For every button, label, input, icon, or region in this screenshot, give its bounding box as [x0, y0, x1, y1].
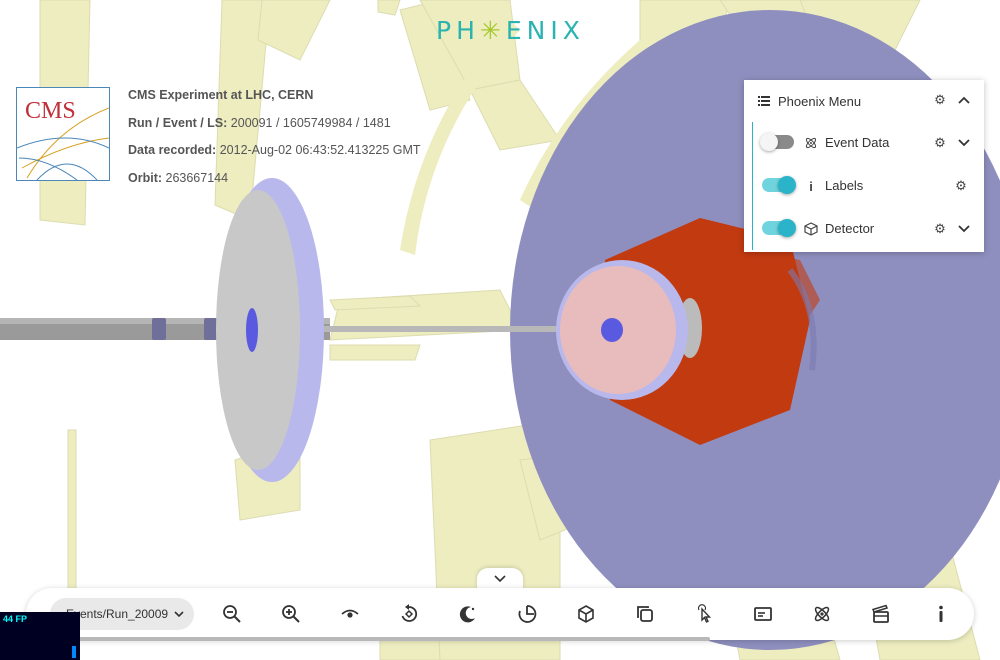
cube-icon	[803, 221, 819, 237]
gear-icon[interactable]: ⚙	[953, 178, 969, 194]
event-data-toggle[interactable]	[760, 133, 794, 151]
copy-icon	[637, 606, 653, 622]
chevron-down-icon	[494, 570, 506, 588]
list-icon	[756, 93, 772, 109]
phoenix-menu-title: Phoenix Menu	[778, 94, 862, 109]
event-info: CMS Experiment at LHC, CERN Run / Event …	[128, 82, 421, 192]
phoenix-menu: Phoenix Menu ⚙ Event Data ⚙ i Labels ⚙ D…	[744, 80, 984, 252]
info-button[interactable]	[929, 602, 953, 626]
menu-item-event-data: Event Data ⚙	[744, 123, 984, 163]
info-icon: i	[809, 178, 813, 194]
menu-item-label: Detector	[825, 221, 875, 236]
chevron-up-icon[interactable]	[956, 92, 972, 108]
event-selector-value: Events/Run_200091	[66, 607, 168, 621]
object-selection-button[interactable]	[633, 602, 657, 626]
toolbar-scrollbar[interactable]	[26, 637, 710, 641]
gear-icon[interactable]: ⚙	[932, 92, 948, 108]
experiment-title: CMS Experiment at LHC, CERN	[128, 88, 314, 102]
zoom-in-button[interactable]	[279, 602, 303, 626]
gear-icon[interactable]: ⚙	[932, 221, 948, 237]
panel-icon	[754, 607, 772, 621]
info-panel-button[interactable]	[751, 602, 775, 626]
event-data-button[interactable]	[810, 602, 834, 626]
atom-icon	[814, 606, 830, 622]
phoenix-logo: PH✳ENIX	[436, 16, 585, 45]
fps-stats: 44 FP	[0, 612, 80, 660]
select-pointer-button[interactable]	[692, 602, 716, 626]
pie-icon	[518, 605, 537, 623]
chevron-down-icon[interactable]	[956, 135, 972, 151]
labels-toggle[interactable]	[762, 176, 796, 194]
orbit-value: 263667144	[162, 170, 229, 185]
gear-icon[interactable]: ⚙	[932, 135, 948, 151]
dark-theme-button[interactable]	[456, 602, 480, 626]
auto-rotate-button[interactable]	[397, 602, 421, 626]
chevron-down-icon	[174, 607, 184, 621]
pointer-icon	[697, 604, 712, 623]
eye-icon	[341, 609, 359, 618]
overlay-button[interactable]	[515, 602, 539, 626]
data-recorded-value: 2012-Aug-02 06:43:52.413225 GMT	[216, 143, 421, 157]
zoom-in-icon	[282, 605, 300, 623]
orbit-label: Orbit:	[128, 170, 163, 185]
menu-item-label: Event Data	[825, 135, 890, 150]
performance-button[interactable]	[869, 602, 893, 626]
phoenix-menu-header[interactable]: Phoenix Menu ⚙	[744, 80, 984, 120]
toolbar-collapse-button[interactable]	[477, 568, 523, 590]
info-icon	[939, 605, 943, 622]
geometry-clipping-button[interactable]	[574, 602, 598, 626]
clapperboard-icon	[872, 604, 889, 623]
fps-value: 44 FP	[3, 614, 28, 624]
detector-toggle[interactable]	[762, 219, 796, 237]
moon-icon	[459, 606, 475, 623]
atom-icon	[803, 135, 819, 151]
menu-item-label: Labels	[825, 178, 864, 193]
ui-toolbar: Events/Run_200091	[26, 588, 974, 640]
run-event-label: Run / Event / LS:	[128, 115, 228, 130]
run-event-value: 200091 / 1605749984 / 1481	[227, 115, 391, 130]
menu-item-labels: i Labels ⚙	[744, 166, 984, 206]
zoom-out-icon	[223, 605, 241, 623]
data-recorded-label: Data recorded:	[128, 143, 217, 157]
rotate-icon	[401, 604, 418, 622]
cube-icon	[578, 605, 594, 623]
fps-graph	[72, 646, 76, 658]
zoom-out-button[interactable]	[220, 602, 244, 626]
view-options-button[interactable]	[338, 602, 362, 626]
chevron-down-icon[interactable]	[956, 221, 972, 237]
cms-logo: CMS	[16, 87, 110, 181]
menu-item-detector: Detector ⚙	[744, 209, 984, 249]
